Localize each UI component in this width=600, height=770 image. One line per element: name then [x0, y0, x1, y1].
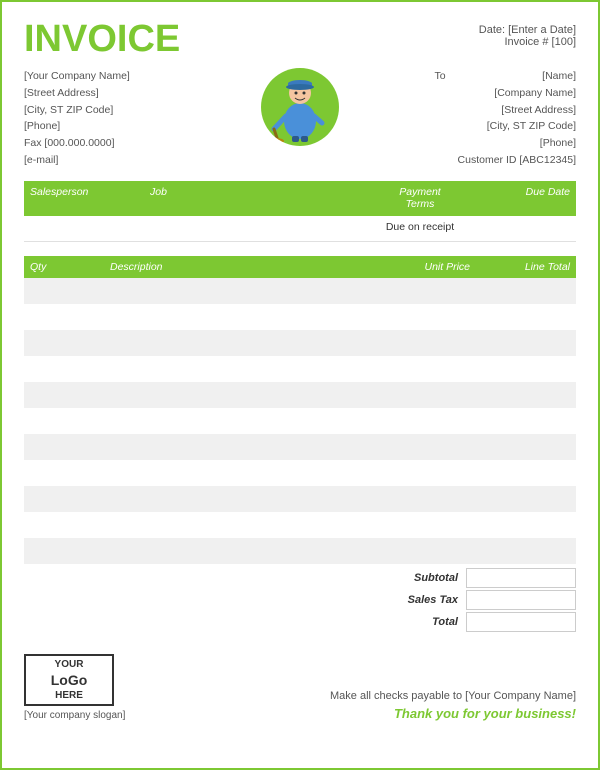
- cleaner-illustration: [261, 68, 339, 146]
- job-value: [150, 221, 370, 236]
- sender-street: [Street Address]: [24, 85, 130, 102]
- invoice-label: Invoice #: [504, 36, 548, 48]
- total-row: Total: [316, 612, 576, 632]
- date-label: Date:: [479, 24, 505, 36]
- table1-row: Due on receipt: [24, 216, 576, 242]
- table2-header: Qty Description Unit Price Line Total: [24, 256, 576, 278]
- section-gap: [24, 242, 576, 256]
- date-value: [Enter a Date]: [508, 24, 576, 36]
- recipient-wrapper: To [Name] [Company Name] [Street Address…: [434, 68, 576, 169]
- recipient-phone: [Phone]: [458, 135, 576, 152]
- total-label: Total: [316, 616, 466, 628]
- table1-header: Salesperson Job PaymentTerms Due Date: [24, 181, 576, 216]
- logo-your: YOUR: [55, 658, 84, 671]
- header-date-invoice: Date: [Enter a Date] Invoice # [100]: [479, 24, 576, 48]
- sales-tax-row: Sales Tax: [316, 590, 576, 610]
- sender-address: [Your Company Name] [Street Address] [Ci…: [24, 68, 130, 169]
- invoice-number: [100]: [552, 36, 576, 48]
- footer: YOUR LoGo HERE [Your company slogan] Mak…: [24, 648, 576, 721]
- subtotal-value: [466, 568, 576, 588]
- table-row: [24, 434, 576, 460]
- sales-tax-label: Sales Tax: [316, 594, 466, 606]
- col-salesperson-header: Salesperson: [30, 186, 150, 211]
- date-line: Date: [Enter a Date]: [479, 24, 576, 36]
- sales-tax-value: [466, 590, 576, 610]
- col-qty-header: Qty: [30, 261, 110, 273]
- company-slogan: [Your company slogan]: [24, 710, 125, 721]
- table-row: [24, 538, 576, 564]
- col-description-header: Description: [110, 261, 370, 273]
- sender-city: [City, ST ZIP Code]: [24, 102, 130, 119]
- recipient-street: [Street Address]: [458, 102, 576, 119]
- col-linetotal-header: Line Total: [470, 261, 570, 273]
- table-row: [24, 486, 576, 512]
- table-row: [24, 356, 576, 382]
- salesperson-value: [30, 221, 150, 236]
- footer-right: Make all checks payable to [Your Company…: [330, 690, 576, 721]
- table1: Salesperson Job PaymentTerms Due Date Du…: [24, 181, 576, 242]
- totals-table: Subtotal Sales Tax Total: [316, 568, 576, 634]
- thank-you-text: Thank you for your business!: [330, 706, 576, 721]
- col-duedate-header: Due Date: [470, 186, 570, 211]
- recipient-company: [Company Name]: [458, 85, 576, 102]
- payment-terms-value: Due on receipt: [370, 221, 470, 236]
- table-row: [24, 408, 576, 434]
- totals-section: Subtotal Sales Tax Total: [24, 568, 576, 634]
- logo-box: YOUR LoGo HERE: [24, 654, 114, 706]
- subtotal-label: Subtotal: [316, 572, 466, 584]
- invoice-header: INVOICE Date: [Enter a Date] Invoice # […: [24, 20, 576, 58]
- table-row: [24, 330, 576, 356]
- table2: Qty Description Unit Price Line Total: [24, 256, 576, 564]
- logo-here: HERE: [55, 689, 83, 702]
- logo-logo: LoGo: [51, 671, 88, 689]
- table-row: [24, 512, 576, 538]
- table-row: [24, 304, 576, 330]
- sender-email: [e-mail]: [24, 152, 130, 169]
- subtotal-row: Subtotal: [316, 568, 576, 588]
- table-row: [24, 278, 576, 304]
- invoice-title: INVOICE: [24, 20, 180, 58]
- to-label: To: [434, 70, 445, 82]
- recipient-city: [City, ST ZIP Code]: [458, 118, 576, 135]
- recipient-name: [Name]: [458, 68, 576, 85]
- table-row: [24, 382, 576, 408]
- address-section: [Your Company Name] [Street Address] [Ci…: [24, 68, 576, 169]
- col-job-header: Job: [150, 186, 370, 211]
- sender-phone: [Phone]: [24, 118, 130, 135]
- recipient-address: [Name] [Company Name] [Street Address] […: [458, 68, 576, 169]
- checks-payable-line: Make all checks payable to [Your Company…: [330, 690, 576, 702]
- cleaner-circle: [261, 68, 339, 146]
- invoice-number-line: Invoice # [100]: [479, 36, 576, 48]
- sender-company: [Your Company Name]: [24, 68, 130, 85]
- sender-fax: Fax [000.000.0000]: [24, 135, 130, 152]
- total-value: [466, 612, 576, 632]
- footer-left: YOUR LoGo HERE [Your company slogan]: [24, 654, 125, 721]
- col-unitprice-header: Unit Price: [370, 261, 470, 273]
- due-date-value: [470, 221, 570, 236]
- col-payment-header: PaymentTerms: [370, 186, 470, 211]
- cleaner-svg: [266, 71, 334, 143]
- table-row: [24, 460, 576, 486]
- recipient-customer-id: Customer ID [ABC12345]: [458, 152, 576, 169]
